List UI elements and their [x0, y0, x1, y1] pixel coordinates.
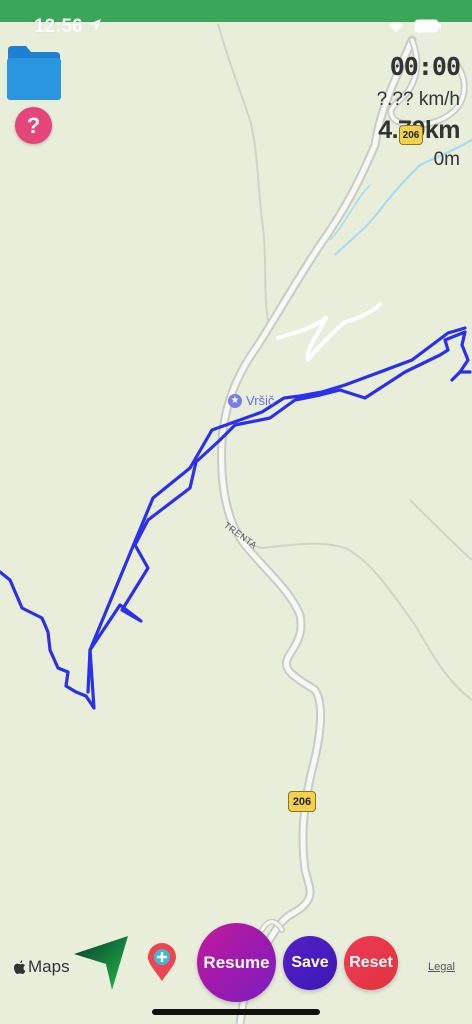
elapsed-time: 00:00 — [389, 52, 461, 81]
resume-button[interactable]: Resume — [197, 923, 276, 1002]
save-button[interactable]: Save — [283, 936, 337, 990]
wifi-icon — [389, 22, 403, 32]
folder-icon[interactable] — [6, 44, 62, 102]
road-shield-top: 206 — [399, 125, 423, 145]
add-pin-icon[interactable] — [146, 942, 178, 982]
home-indicator[interactable] — [152, 1009, 320, 1015]
help-button[interactable]: ? — [15, 107, 52, 144]
poi-label: Vršič — [246, 393, 275, 408]
star-icon: ★ — [228, 393, 242, 408]
battery-icon — [414, 19, 441, 33]
speed-readout: ?.?? km/h — [376, 89, 460, 110]
road-shield: 206 — [288, 791, 316, 812]
poi-vrsic[interactable]: ★ Vršič — [228, 393, 274, 408]
status-time: 12:56 — [34, 16, 83, 37]
maps-label: Maps — [28, 957, 70, 976]
stats-panel: 00:00 ?.?? km/h 4.70km 0m — [376, 52, 461, 171]
navigation-arrow-icon[interactable] — [72, 934, 130, 992]
apple-maps-attribution: Maps — [12, 957, 70, 977]
apple-logo-icon — [14, 960, 26, 974]
elevation-readout: 0m — [433, 149, 460, 170]
legal-link[interactable]: Legal — [428, 961, 455, 973]
reset-button[interactable]: Reset — [344, 936, 398, 990]
location-arrow-icon — [89, 19, 101, 31]
